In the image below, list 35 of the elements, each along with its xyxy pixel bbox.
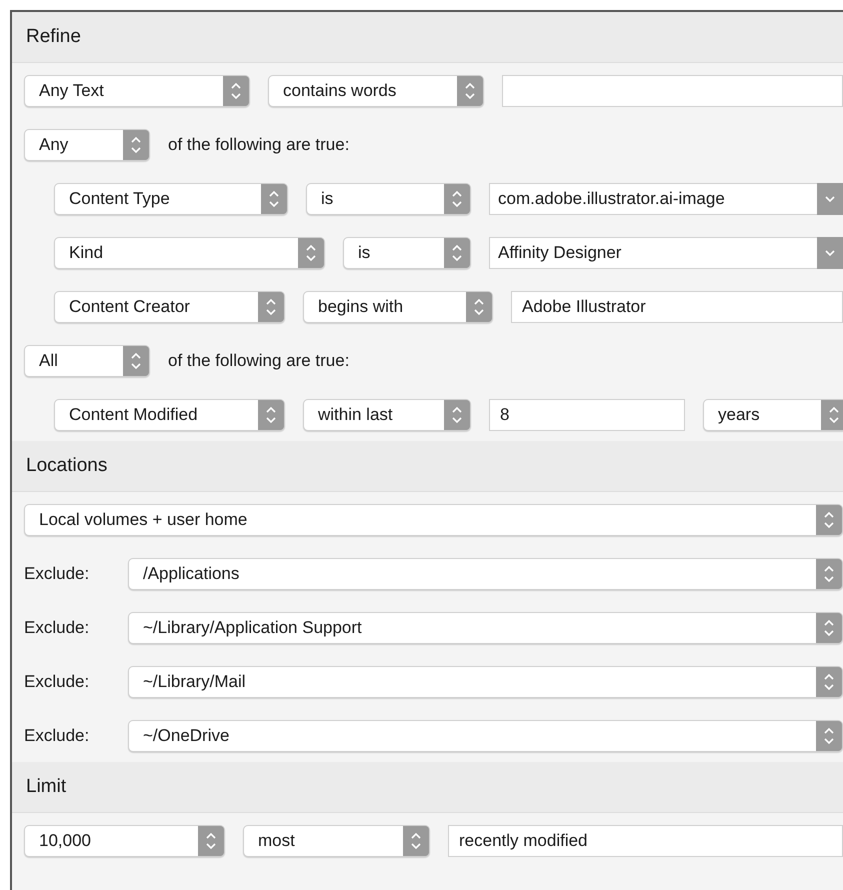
text-field[interactable]: Adobe Illustrator [511,291,843,323]
text-field[interactable]: recently modified [448,825,843,857]
text-field[interactable] [502,75,843,107]
popup-button[interactable]: /Applications [128,558,843,590]
section-header: Refine [12,12,843,63]
popup-button[interactable]: years [703,399,843,431]
popup-button[interactable]: is [343,237,471,269]
criteria-label: of the following are true: [168,135,350,155]
popup-button[interactable]: most [243,825,430,857]
popup-button[interactable]: Local volumes + user home [24,504,843,536]
popup-button[interactable]: Any Text [24,75,250,107]
criteria-label: Exclude: [24,672,90,692]
popup-button[interactable]: All [24,345,150,377]
criteria-label: of the following are true: [168,351,350,371]
criteria-label: Exclude: [24,618,90,638]
criteria-label: Exclude: [24,726,90,746]
combo-box[interactable]: Affinity Designer [489,237,817,269]
popup-button[interactable]: ~/OneDrive [128,720,843,752]
popup-button[interactable]: ~/Library/Mail [128,666,843,698]
popup-button[interactable]: Content Modified [54,399,285,431]
popup-button[interactable]: contains words [268,75,484,107]
popup-button[interactable]: ~/Library/Application Support [128,612,843,644]
popup-button[interactable]: is [306,183,471,215]
popup-button[interactable]: Content Creator [54,291,285,323]
popup-button[interactable]: Kind [54,237,325,269]
section-header: Limit [12,762,843,813]
combo-box[interactable]: com.adobe.illustrator.ai-image [489,183,817,215]
popup-button[interactable]: within last [303,399,471,431]
popup-button[interactable]: begins with [303,291,493,323]
text-field[interactable]: 8 [489,399,685,431]
popup-button[interactable]: Any [24,129,150,161]
criteria-label: Exclude: [24,564,90,584]
popup-button[interactable]: Content Type [54,183,288,215]
popup-button[interactable]: 10,000 [24,825,225,857]
section-header: Locations [12,441,843,492]
